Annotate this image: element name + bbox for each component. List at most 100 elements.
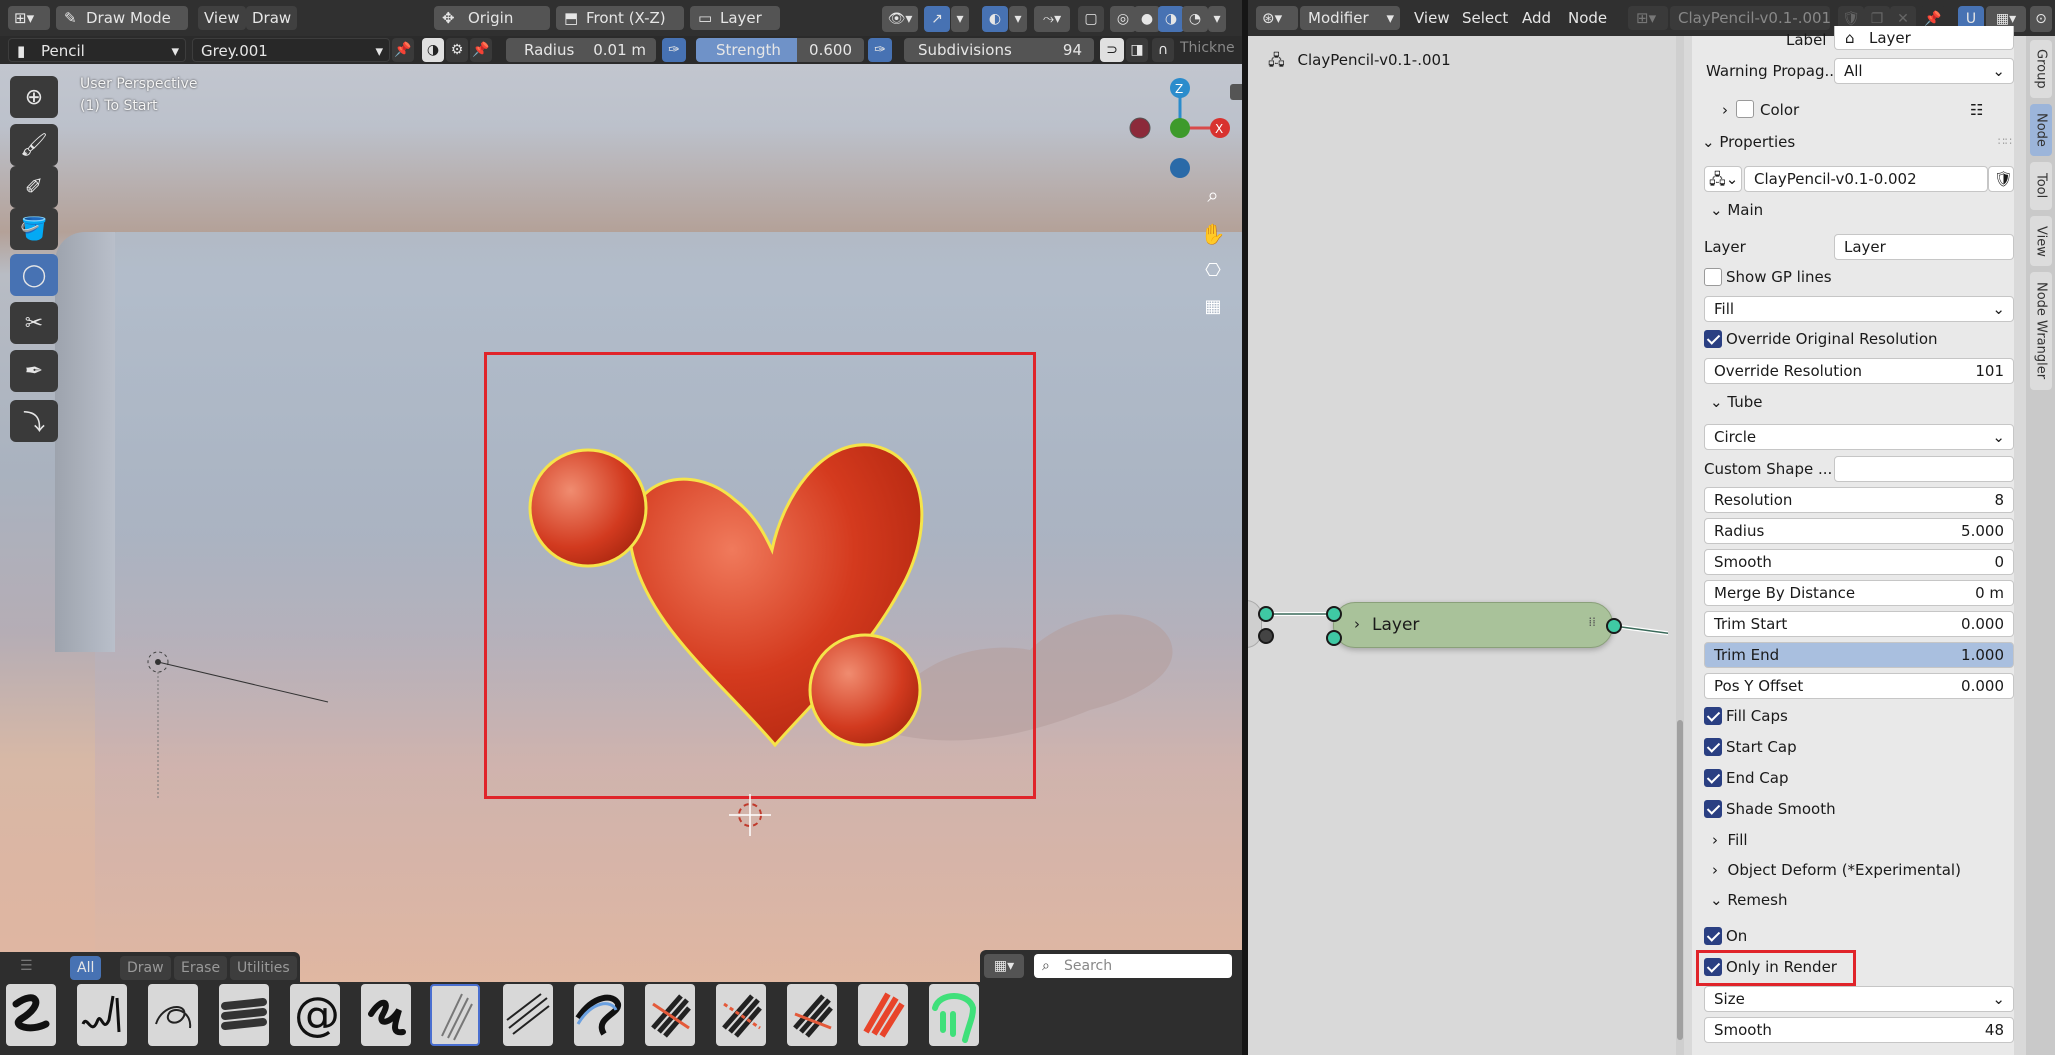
group-socket-geometry[interactable] — [1258, 606, 1274, 622]
show-gp-lines-checkbox[interactable] — [1704, 268, 1722, 286]
warning-propagation-dropdown[interactable]: All ⌄ — [1834, 58, 2014, 84]
brush-asset-6[interactable] — [361, 984, 411, 1046]
brush-asset-12[interactable] — [787, 984, 837, 1046]
brush-asset-7-selected[interactable] — [430, 984, 480, 1046]
remesh-on-checkbox[interactable] — [1704, 927, 1722, 945]
panel-grip-icon[interactable]: ∷∷ — [1998, 132, 2012, 152]
circle-tool-button[interactable]: ◯ — [10, 254, 58, 296]
brush-asset-11[interactable] — [716, 984, 766, 1046]
object-deform-section-header[interactable]: › Object Deform (*Experimental) — [1712, 860, 1961, 880]
fill-tool-button[interactable]: 🪣 — [10, 208, 58, 250]
trim-end-field[interactable]: Trim End 1.000 — [1704, 642, 2014, 668]
radius-field[interactable]: Radius 0.01 m — [506, 38, 656, 62]
color-list-icon[interactable]: ☷ — [1970, 100, 1983, 120]
overlays-icon[interactable]: ◐ — [982, 6, 1008, 32]
grid-icon[interactable]: ▦ — [1200, 296, 1226, 322]
shelf-search-input[interactable]: ⌕ Search — [1034, 954, 1232, 978]
draw-tool-button[interactable]: 🖌 — [10, 124, 58, 166]
editor-type-button[interactable]: ⊞▾ — [8, 6, 50, 30]
pin-icon[interactable]: 📌 — [392, 38, 414, 62]
strength-field[interactable]: Strength 0.600 — [696, 38, 864, 62]
pos-y-offset-field[interactable]: Pos Y Offset 0.000 — [1704, 673, 2014, 699]
material-dropdown[interactable]: Grey.001 ▾ — [192, 38, 390, 62]
brush-asset-8[interactable] — [503, 984, 553, 1046]
shelf-menu-icon[interactable]: ☰ — [20, 958, 33, 974]
nodetree-name-field[interactable]: ClayPencil-v0.1-.001 — [1670, 6, 1830, 30]
remesh-section-header[interactable]: ⌄ Remesh — [1710, 890, 1787, 910]
projection-dropdown[interactable]: ⬒ Front (X-Z) — [556, 6, 684, 30]
material-pin-icon[interactable]: ◑ — [422, 38, 444, 62]
color-expand-icon[interactable]: › — [1722, 100, 1728, 120]
tab-group[interactable]: Group — [2030, 40, 2052, 98]
rendered-shading-icon[interactable]: ◔ — [1182, 6, 1208, 32]
node-menu-node[interactable]: Node — [1562, 6, 1613, 30]
subdivisions-field[interactable]: Subdivisions 94 — [904, 38, 1094, 62]
zoom-icon[interactable]: ⌕ — [1200, 183, 1226, 209]
modifier-dropdown[interactable]: Modifier ▾ — [1300, 6, 1400, 30]
visibility-icon[interactable]: 👁▾ — [882, 6, 918, 32]
node-editor-type-button[interactable]: ⊛▾ — [1256, 6, 1298, 30]
xray-icon[interactable]: ▢ — [1078, 6, 1104, 32]
layer-input[interactable]: Layer — [1834, 234, 2014, 260]
3d-cursor[interactable] — [725, 790, 775, 840]
menu-draw[interactable]: Draw — [246, 6, 298, 30]
layer-node[interactable]: › Layer ⁞⁞ — [1333, 602, 1613, 648]
main-section-header[interactable]: ⌄ Main — [1710, 200, 1763, 220]
navigation-gizmo[interactable]: Z X — [1120, 72, 1240, 182]
material-settings-icon[interactable]: ⚙ — [446, 38, 468, 62]
shelf-tab-all[interactable]: All — [70, 956, 102, 980]
gizmo-icon[interactable]: ⤳▾ — [1034, 6, 1070, 32]
nodegroup-type-button[interactable]: 🖧⌄ — [1704, 166, 1742, 192]
label-field[interactable]: ⌂ Layer — [1834, 26, 2014, 50]
start-cap-checkbox[interactable] — [1704, 738, 1722, 756]
layer-dropdown[interactable]: ▭ Layer — [690, 6, 780, 30]
thickness-label[interactable]: Thickne — [1180, 40, 1235, 56]
display-mode-icon[interactable]: ▦▾ — [984, 954, 1024, 978]
layer-node-input-socket-2[interactable] — [1326, 630, 1342, 646]
origin-dropdown[interactable]: ✥ Origin — [434, 6, 550, 30]
node-menu-select[interactable]: Select — [1456, 6, 1514, 30]
end-cap-checkbox[interactable] — [1704, 769, 1722, 787]
trim-start-field[interactable]: Trim Start 0.000 — [1704, 611, 2014, 637]
override-resolution-field[interactable]: Override Resolution 101 — [1704, 358, 2014, 384]
shelf-tab-draw[interactable]: Draw — [120, 956, 171, 980]
strength-pressure-icon[interactable]: ✑ — [868, 38, 892, 62]
overlay-node-icon[interactable]: ⊙ — [2030, 6, 2052, 32]
tab-node-wrangler[interactable]: Node Wrangler — [2030, 272, 2052, 390]
brush-asset-5[interactable]: @ — [290, 984, 340, 1046]
node-menu-add[interactable]: Add — [1516, 6, 1557, 30]
brush-asset-4[interactable] — [219, 984, 269, 1046]
eyedropper-tool-button[interactable]: ✒ — [10, 350, 58, 392]
tab-tool[interactable]: Tool — [2030, 162, 2052, 210]
brush-asset-1[interactable] — [6, 984, 56, 1046]
radius-pressure-icon[interactable]: ✑ — [662, 38, 686, 62]
erase-tool-button[interactable]: ✐ — [10, 166, 58, 208]
brush-asset-13[interactable] — [858, 984, 908, 1046]
fill-section-header[interactable]: › Fill — [1712, 830, 1748, 850]
solid-shading-icon[interactable]: ● — [1134, 6, 1160, 32]
brush-asset-2[interactable] — [77, 984, 127, 1046]
mode-dropdown[interactable]: ✎ Draw Mode — [56, 6, 188, 30]
wireframe-shading-icon[interactable]: ◎ — [1110, 6, 1136, 32]
properties-panel-header[interactable]: ⌄ Properties — [1702, 132, 1795, 152]
tab-view[interactable]: View — [2030, 216, 2052, 266]
tube-shape-dropdown[interactable]: Circle ⌄ — [1704, 424, 2014, 450]
menu-view[interactable]: View — [198, 6, 246, 30]
tab-node[interactable]: Node — [2030, 104, 2052, 156]
cursor-tool-button[interactable]: ⊕ — [10, 76, 58, 118]
shelf-tab-utilities[interactable]: Utilities — [230, 956, 297, 980]
layer-node-input-socket-1[interactable] — [1326, 606, 1342, 622]
region-toggle-icon[interactable] — [1230, 84, 1242, 100]
fill-mode-dropdown[interactable]: Fill ⌄ — [1704, 296, 2014, 322]
node-menu-view[interactable]: View — [1408, 6, 1456, 30]
brush-asset-14[interactable] — [929, 984, 979, 1046]
camera-icon[interactable]: ⎔ — [1200, 260, 1226, 286]
curve-settings-icon[interactable]: ◨ — [1126, 38, 1148, 62]
remesh-smooth-field[interactable]: Smooth 48 — [1704, 1017, 2014, 1043]
cutter-tool-button[interactable]: ✂ — [10, 302, 58, 344]
curve-mode-icon[interactable]: ⊃ — [1100, 38, 1124, 62]
layer-node-output-socket[interactable] — [1606, 618, 1622, 634]
brush-asset-9[interactable] — [574, 984, 624, 1046]
fake-user-shield-icon[interactable]: 🛡 — [1988, 166, 2014, 192]
color-checkbox[interactable] — [1736, 100, 1754, 118]
